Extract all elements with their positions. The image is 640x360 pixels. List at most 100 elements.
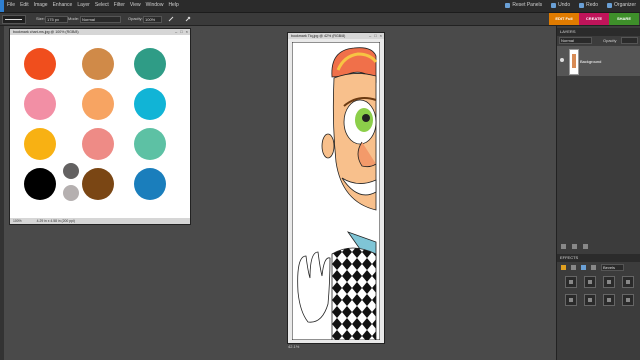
undo-label: Undo [558,2,571,8]
tab-edit-full[interactable]: EDIT Full [549,13,579,25]
reset-panels-label: Reset Panels [512,2,543,8]
menu-enhance[interactable]: Enhance [53,2,73,9]
menu-view[interactable]: View [130,2,141,9]
layers-toolbar: Normal Opacity [559,37,639,44]
doc-title: bookmark chart-ms.jpg @ 100% (RGB/8) [13,30,79,34]
airbrush-icon[interactable] [168,16,174,22]
size-field[interactable]: 175 px [45,16,68,23]
redo-label: Redo [586,2,599,8]
menu-bar: File Edit Image Enhance Layer Select Fil… [0,0,640,13]
new-layer-icon[interactable] [561,244,566,249]
color-swatch-circle [82,128,114,160]
color-swatch-circle [24,168,56,200]
filters-icon[interactable] [561,265,566,270]
reset-panels-button[interactable]: Reset Panels [505,2,542,8]
effect-thumbnail[interactable] [603,276,615,288]
effects-panel-header[interactable]: EFFECTS [557,254,640,262]
doc-status-bar: 100% 4.29 in x 4.58 in (200 ppi) [10,218,190,224]
menu-image[interactable]: Image [34,2,48,9]
organizer-icon [607,2,613,8]
minimize-icon[interactable]: – [175,29,177,35]
color-swatch-circle [82,168,114,200]
doc-title-bar[interactable]: bookmark chart-ms.jpg @ 100% (RGB/8) – □… [10,29,190,35]
effect-thumbnail[interactable] [565,294,577,306]
blend-mode-select[interactable]: Normal [559,37,592,44]
minimize-icon[interactable]: – [369,33,371,39]
mode-label: Mode: [68,16,80,21]
undo-button[interactable]: Undo [551,2,570,8]
menu-window[interactable]: Window [146,2,164,9]
effects-thumbnails [565,276,634,306]
adjustment-layer-icon[interactable] [572,244,577,249]
color-swatch-circle [63,163,79,179]
menu-file[interactable]: File [7,2,15,9]
color-swatch-circle [63,185,79,201]
layers-panel-header[interactable]: LAYERS [557,28,640,36]
effect-thumbnail[interactable] [565,276,577,288]
size-label: Size: [36,16,45,21]
color-swatch-circle [82,88,114,120]
window-controls: – □ × [369,33,382,39]
close-icon[interactable]: × [380,33,382,39]
window-controls: – □ × [175,29,188,35]
reset-panels-icon [505,2,511,8]
layer-styles-icon[interactable] [571,265,576,270]
effect-thumbnail[interactable] [584,276,596,288]
maximize-icon[interactable]: □ [374,33,376,39]
menu-layer[interactable]: Layer [77,2,90,9]
maximize-icon[interactable]: □ [180,29,182,35]
document-window-bookmark[interactable]: bookmark Tiq.jpg @ 42% (RGB/8) – □ × [287,32,385,344]
layers-footer-icons [561,244,588,249]
undo-icon [551,2,557,8]
brush-settings-icon[interactable] [185,16,191,22]
visibility-eye-icon[interactable] [560,58,564,62]
menu-help[interactable]: Help [168,2,178,9]
menu-edit[interactable]: Edit [20,2,29,9]
doc2-zoom-status: 42.1% [288,344,300,349]
layer-row-background[interactable]: Background [557,46,640,76]
menu-filter[interactable]: Filter [114,2,125,9]
redo-icon [579,2,585,8]
mode-tabs: EDIT Full CREATE SHARE [549,13,639,25]
organizer-label: Organizer [614,2,636,8]
layer-opacity-label: Opacity [603,38,617,43]
tab-create[interactable]: CREATE [579,13,609,25]
toolbox[interactable] [0,26,4,360]
doc-info: 4.29 in x 4.58 in (200 ppi) [36,219,75,223]
effect-thumbnail[interactable] [622,276,634,288]
tab-share[interactable]: SHARE [609,13,639,25]
document-window-palette[interactable]: bookmark chart-ms.jpg @ 100% (RGB/8) – □… [9,28,191,225]
opacity-label: Opacity: [128,16,143,21]
effects-toolbar: Bevels [561,264,624,271]
tool-options-bar: Size: 175 px Mode: Normal Opacity: 100% [0,13,640,26]
delete-layer-icon[interactable] [583,244,588,249]
photo-effects-icon[interactable] [581,265,586,270]
color-swatch-circle [24,48,56,80]
mode-select[interactable]: Normal [80,16,121,23]
topright-actions: Reset Panels Undo Redo Organizer [505,2,636,8]
bookmark-illustration [292,42,380,340]
brush-preset-picker[interactable] [2,15,26,24]
color-swatch-circle [134,48,166,80]
effect-thumbnail[interactable] [622,294,634,306]
color-swatch-circle [24,128,56,160]
color-swatch-circle [134,88,166,120]
panel-bin: LAYERS Normal Opacity Background EFFECTS… [556,26,640,360]
menu-select[interactable]: Select [95,2,109,9]
effect-thumbnail[interactable] [603,294,615,306]
close-icon[interactable]: × [186,29,188,35]
color-swatch-circle [134,168,166,200]
color-swatch-circle [134,128,166,160]
app-logo [0,0,4,12]
redo-button[interactable]: Redo [579,2,598,8]
effect-thumbnail[interactable] [584,294,596,306]
color-swatch-circle [24,88,56,120]
organizer-button[interactable]: Organizer [607,2,636,8]
color-swatch-circle [82,48,114,80]
layer-opacity-field[interactable] [621,37,638,44]
effects-category-select[interactable]: Bevels [601,264,624,271]
opacity-field[interactable]: 100% [143,16,162,23]
main-menu: File Edit Image Enhance Layer Select Fil… [7,2,179,9]
doc-title-bar[interactable]: bookmark Tiq.jpg @ 42% (RGB/8) – □ × [288,33,384,39]
show-all-icon[interactable] [591,265,596,270]
